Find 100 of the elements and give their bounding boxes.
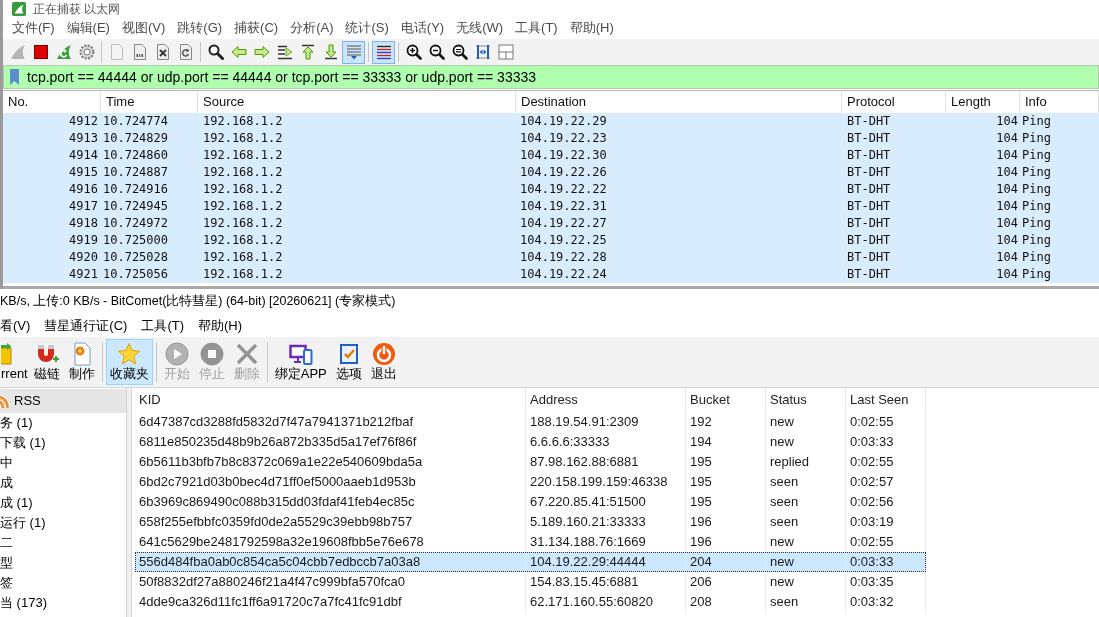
magnet-link-button[interactable]: 磁链 [29, 339, 64, 385]
table-cell-text: 10.724860 [102, 147, 170, 164]
table-cell-text: 192.168.1.2 [202, 215, 284, 232]
menu-item[interactable]: 分析(A) [284, 18, 340, 38]
sidebar-item[interactable]: 成 (1) [0, 493, 126, 513]
table-row[interactable]: 6b3969c869490c088b315dd03fdaf41feb4ec85c 67.220.85.41:51500 195 seen 0:02:56 [135, 492, 926, 512]
table-cell-text: 192.168.1.2 [202, 164, 284, 181]
table-cell: 50f8832df27a880246f21a4f47c999bfa570fca0 [135, 572, 526, 592]
table-row[interactable]: 6811e850235d48b9b26a872b335d5a17ef76f86f 6.6.6.6:33333 194 new 0:03:33 [135, 432, 926, 452]
table-row[interactable]: 6b5611b3bfb7b8c8372c069a1e22e540609bda5a 87.98.162.88:6881 195 replied 0:02:55 [135, 452, 926, 472]
torrent-button[interactable]: rrent [0, 339, 29, 385]
table-cell-text: 104 [995, 130, 1019, 147]
menu-item[interactable]: 看(V) [0, 315, 38, 336]
table-cell: 0:03:35 [846, 572, 926, 592]
table-cell-text: 4919 [68, 232, 99, 249]
packet-row[interactable]: 4918 10.724972 192.168.1.2 104.19.22.27 BT-DHT 104 Ping [3, 215, 1099, 232]
table-cell-text: 10.724829 [102, 130, 170, 147]
menu-item[interactable]: 工具(T) [134, 315, 191, 336]
column-header[interactable]: Last Seen [846, 388, 926, 412]
table-cell-text: 104 [995, 232, 1019, 249]
menu-item[interactable]: 彗星通行证(C) [37, 315, 135, 336]
make-torrent-button[interactable]: 制作 [64, 339, 99, 385]
sidebar-item[interactable]: 中 [0, 453, 126, 473]
table-cell: 0:03:19 [846, 512, 926, 532]
table-cell-text: 104.19.22.29 [519, 113, 608, 130]
table-cell: new [766, 552, 846, 572]
sidebar-item[interactable]: 运行 (1) [0, 513, 126, 533]
table-cell-text: 4914 [68, 147, 99, 164]
packet-row[interactable]: 4916 10.724916 192.168.1.2 104.19.22.22 BT-DHT 104 Ping [3, 181, 1099, 198]
packet-row[interactable]: 4914 10.724860 192.168.1.2 104.19.22.30 BT-DHT 104 Ping [3, 147, 1099, 164]
table-cell: 0:02:55 [846, 452, 926, 472]
table-row[interactable]: 50f8832df27a880246f21a4f47c999bfa570fca0 154.83.15.45:6881 206 new 0:03:35 [135, 572, 926, 592]
packet-row[interactable]: 4920 10.725028 192.168.1.2 104.19.22.28 BT-DHT 104 Ping [3, 249, 1099, 266]
menu-item[interactable]: 视图(V) [115, 18, 172, 38]
table-cell: 104.19.22.29:44444 [526, 552, 686, 572]
table-cell-text: 104.19.22.23 [519, 130, 608, 147]
sidebar-item[interactable]: RSS [0, 389, 126, 413]
table-cell-text: 104.19.22.31 [519, 198, 608, 215]
table-cell-text: Ping [1021, 147, 1052, 164]
table-cell: 6811e850235d48b9b26a872b335d5a17ef76f86f [135, 432, 526, 452]
sidebar-item[interactable]: 务 (1) [0, 413, 126, 433]
table-cell-text: 104 [995, 113, 1019, 130]
table-cell-text: BT-DHT [846, 249, 892, 266]
table-cell-text: BT-DHT [846, 130, 892, 147]
table-cell: 220.158.199.159:46338 [526, 472, 686, 492]
sidebar-item[interactable]: 成 [0, 473, 126, 493]
menu-item[interactable]: 帮助(H) [563, 18, 620, 38]
menu-item[interactable]: 统计(S) [339, 18, 395, 38]
sidebar-item[interactable]: 二 [0, 533, 126, 553]
table-row[interactable]: 4dde9ca326d11fc1ff6a91720c7a7fc41fc91dbf 62.171.160.55:60820 208 seen 0:03:32 [135, 592, 926, 612]
table-cell: 192 [686, 412, 766, 432]
menu-item[interactable]: 工具(T) [509, 18, 564, 38]
exit-button[interactable]: 退出 [366, 339, 401, 385]
play-icon [164, 342, 189, 366]
menu-item[interactable]: 帮助(H) [191, 315, 250, 336]
packet-row[interactable]: 4915 10.724887 192.168.1.2 104.19.22.26 BT-DHT 104 Ping [3, 164, 1099, 181]
table-cell-text: 104.19.22.26 [519, 164, 608, 181]
table-cell: seen [766, 492, 846, 512]
column-header[interactable]: Bucket [686, 388, 766, 412]
table-cell-text: Ping [1021, 215, 1052, 232]
table-cell: 6.6.6.6:33333 [526, 432, 686, 452]
table-row[interactable]: 556d484fba0ab0c854ca5c04cbb7edbccb7a03a8 104.19.22.29:44444 204 new 0:03:33 [135, 552, 926, 572]
table-row[interactable]: 6bd2c7921d03b0bec4d71ff0ef5000aaeb1d953b 220.158.199.159:46338 195 seen 0:02:57 [135, 472, 926, 492]
sidebar-item[interactable]: 签 [0, 573, 126, 593]
packet-row[interactable]: 4919 10.725000 192.168.1.2 104.19.22.25 BT-DHT 104 Ping [3, 232, 1099, 249]
table-cell-text: Ping [1021, 249, 1052, 266]
table-cell-text: 104.19.22.28 [519, 249, 608, 266]
column-header[interactable]: Status [766, 388, 846, 412]
table-cell-text: 192.168.1.2 [202, 266, 284, 283]
bind-app-button[interactable]: 绑定APP [270, 339, 331, 385]
sidebar-item[interactable]: 下载 (1) [0, 433, 126, 453]
table-cell-text: BT-DHT [846, 113, 892, 130]
table-cell: 0:03:32 [846, 592, 926, 612]
table-cell-text: 192.168.1.2 [202, 181, 284, 198]
column-header[interactable]: Address [526, 388, 686, 412]
favorites-button[interactable]: 收藏夹 [105, 339, 153, 385]
menu-item[interactable]: 文件(F) [6, 18, 61, 38]
sidebar-item[interactable]: 型 [0, 553, 126, 573]
table-row[interactable]: 658f255efbbfc0359fd0de2a5529c39ebb98b757 5.189.160.21:33333 196 seen 0:03:19 [135, 512, 926, 532]
menu-item[interactable]: 电话(Y) [394, 18, 451, 38]
table-cell-text: 104 [995, 266, 1019, 283]
power-icon [371, 342, 396, 366]
table-cell: 62.171.160.55:60820 [526, 592, 686, 612]
packet-row[interactable]: 4921 10.725056 192.168.1.2 104.19.22.24 BT-DHT 104 Ping [3, 266, 1099, 283]
table-cell-text: 104 [995, 181, 1019, 198]
packet-row[interactable]: 4917 10.724945 192.168.1.2 104.19.22.31 BT-DHT 104 Ping [3, 198, 1099, 215]
column-header[interactable]: KID [135, 388, 526, 412]
options-button[interactable]: 选项 [331, 339, 366, 385]
packet-row[interactable]: 4912 10.724774 192.168.1.2 104.19.22.29 BT-DHT 104 Ping [3, 113, 1099, 130]
menu-item[interactable]: 捕获(C) [228, 18, 285, 38]
table-cell: 196 [686, 512, 766, 532]
menu-item[interactable]: 无线(W) [450, 18, 510, 38]
sidebar-item[interactable]: 当 (173) [0, 593, 126, 613]
menu-item[interactable]: 编辑(E) [60, 18, 116, 38]
table-cell-text: BT-DHT [846, 215, 892, 232]
table-row[interactable]: 6d47387cd3288fd5832d7f47a7941371b212fbaf 188.19.54.91:2309 192 new 0:02:55 [135, 412, 926, 432]
packet-row[interactable]: 4913 10.724829 192.168.1.2 104.19.22.23 BT-DHT 104 Ping [3, 130, 1099, 147]
menu-item[interactable]: 跳转(G) [171, 18, 229, 38]
table-cell: 0:03:33 [846, 432, 926, 452]
x-icon [234, 342, 259, 366]
